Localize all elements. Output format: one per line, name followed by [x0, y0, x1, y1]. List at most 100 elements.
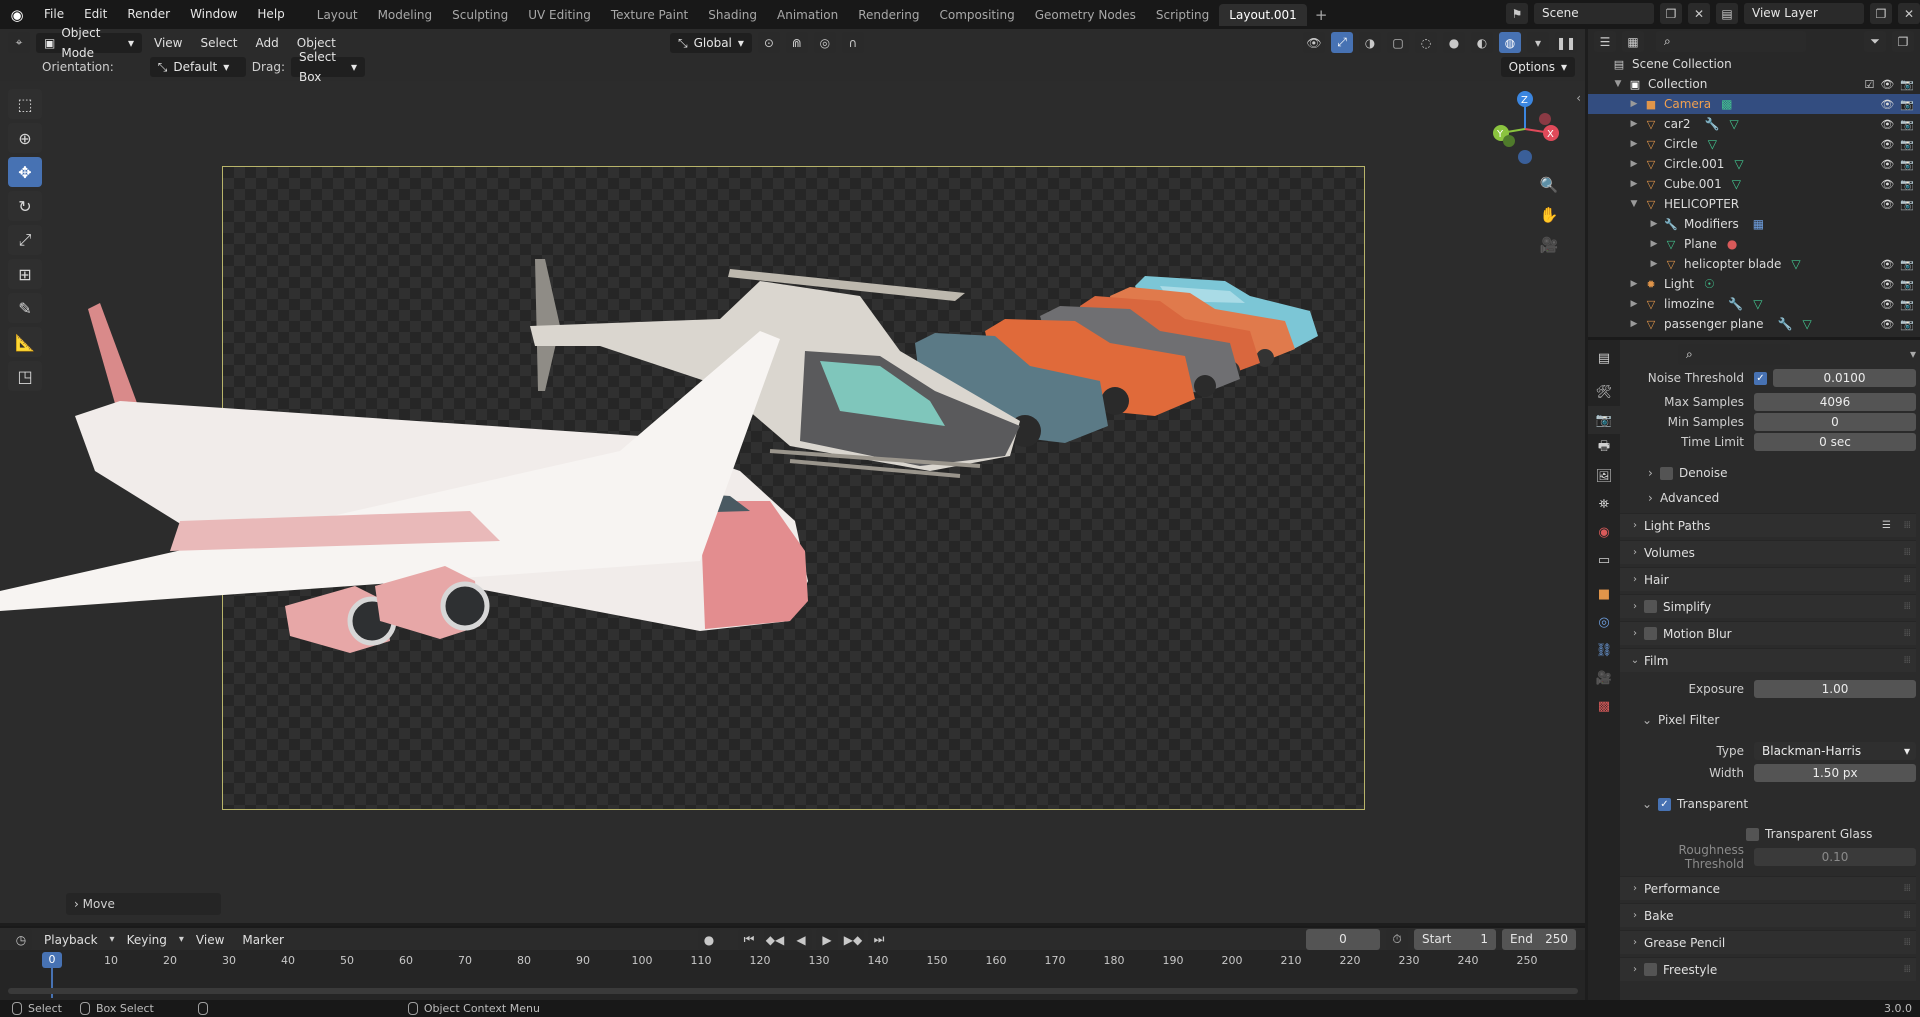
scene-tab-icon[interactable]: ⛯	[1588, 490, 1620, 518]
motion-blur-panel[interactable]: › Motion Blur ⁞⁞⁞	[1620, 621, 1916, 645]
delete-scene-icon[interactable]: ✕	[1688, 3, 1710, 24]
eye-icon[interactable]: 👁	[1880, 298, 1894, 311]
snap-icon[interactable]: ⋒	[785, 32, 808, 53]
prev-keyframe-icon[interactable]: ◆◀	[764, 929, 786, 950]
outliner-item-cube-001[interactable]: ▶ ▽ Cube.001 ▽ 👁 📷	[1588, 174, 1920, 194]
tab-scripting[interactable]: Scripting	[1146, 4, 1219, 26]
tab-modeling[interactable]: Modeling	[368, 4, 443, 26]
play-reverse-icon[interactable]: ◀	[790, 929, 812, 950]
pixel-filter-subpanel[interactable]: ⌄ Pixel Filter	[1636, 709, 1916, 731]
tab-shading[interactable]: Shading	[698, 4, 767, 26]
outliner-item-passenger-plane[interactable]: ▶ ▽ passenger plane 🔧 ▽ 👁 📷	[1588, 314, 1920, 334]
start-frame-field[interactable]: Start 1	[1414, 929, 1496, 950]
add-workspace-icon[interactable]: +	[1307, 6, 1336, 24]
transparent-glass-row[interactable]: Transparent Glass	[1746, 823, 1920, 845]
camera-icon[interactable]: 📷	[1900, 178, 1914, 191]
eye-icon[interactable]: 👁	[1880, 158, 1894, 171]
expand-icon[interactable]: ▼	[1612, 79, 1624, 89]
falloff-icon[interactable]: ∩	[841, 32, 864, 53]
drag-handle-icon[interactable]: ⁞⁞⁞	[1903, 601, 1910, 612]
tab-compositing[interactable]: Compositing	[929, 4, 1024, 26]
pivot-icon[interactable]: ⊙	[757, 32, 780, 53]
proportional-edit-icon[interactable]: ◎	[813, 32, 836, 53]
expand-icon[interactable]: ▶	[1628, 179, 1640, 189]
properties-editor-icon[interactable]: ▤	[1588, 344, 1620, 372]
roughness-threshold-field[interactable]: 0.10	[1754, 848, 1916, 866]
filter-width-field[interactable]: 1.50 px	[1754, 764, 1916, 782]
constraints-tab-icon[interactable]: ⛓	[1588, 636, 1620, 664]
freestyle-checkbox[interactable]	[1644, 963, 1657, 976]
filter-icon[interactable]: ⏷	[1864, 31, 1886, 52]
camera-view-icon[interactable]: 🎥	[1537, 233, 1561, 257]
pin-icon[interactable]: ▾	[1910, 347, 1916, 361]
outliner-item-car2[interactable]: ▶ ▽ car2 🔧 ▽ 👁 📷	[1588, 114, 1920, 134]
drag-handle-icon[interactable]: ⁞⁞⁞	[1903, 910, 1910, 921]
light-paths-panel[interactable]: › Light Paths ☰ ⁞⁞⁞	[1620, 513, 1916, 537]
camera-icon[interactable]: 📷	[1900, 98, 1914, 111]
eye-icon[interactable]: 👁	[1880, 278, 1894, 291]
menu-render[interactable]: Render	[117, 0, 180, 29]
drag-handle-icon[interactable]: ⁞⁞⁞	[1903, 628, 1910, 639]
outliner-editor-icon[interactable]: ☰	[1594, 31, 1616, 52]
timeline-menu-marker[interactable]: Marker	[236, 933, 289, 947]
new-collection-icon[interactable]: ❐	[1892, 31, 1914, 52]
noise-threshold-field[interactable]: 0.0100	[1773, 369, 1916, 387]
shading-options-icon[interactable]: ▾	[1527, 32, 1549, 53]
playhead[interactable]: 0	[42, 952, 62, 968]
expand-icon[interactable]: ▶	[1648, 239, 1660, 249]
outliner-item-limozine[interactable]: ▶ ▽ limozine 🔧 ▽ 👁 📷	[1588, 294, 1920, 314]
volumes-panel[interactable]: › Volumes ⁞⁞⁞	[1620, 540, 1916, 564]
drag-handle-icon[interactable]: ⁞⁞⁞	[1903, 574, 1910, 585]
outliner-item-modifiers[interactable]: ▶ 🔧 Modifiers ▦	[1588, 214, 1920, 234]
eye-icon[interactable]: 👁	[1880, 118, 1894, 131]
film-panel[interactable]: ⌄ Film ⁞⁞⁞	[1620, 648, 1916, 672]
denoise-subpanel[interactable]: › Denoise	[1648, 462, 1920, 484]
outliner-search-input[interactable]: ⌕	[1656, 31, 1806, 52]
cursor-tool-icon[interactable]: ⊕	[8, 123, 42, 153]
collection-tab-icon[interactable]: ▭	[1588, 546, 1620, 574]
material-shading-icon[interactable]: ◐	[1471, 32, 1493, 53]
outliner-item-plane[interactable]: ▶ ▽ Plane ●	[1588, 234, 1920, 254]
tool-tab-icon[interactable]: 🛠	[1588, 378, 1620, 406]
timeline-menu-playback[interactable]: Playback	[38, 933, 104, 947]
transparent-subpanel[interactable]: ⌄ ✓ Transparent	[1636, 793, 1916, 815]
timeline-body[interactable]: 10 20 30 40 50 60 70 80 90 100 110 120 130 140 150 160 1…	[0, 950, 1585, 1000]
menu-help[interactable]: Help	[247, 0, 294, 29]
drag-dropdown[interactable]: Select Box ▾	[290, 50, 365, 84]
vp-menu-select[interactable]: Select	[194, 36, 243, 50]
freestyle-panel[interactable]: › Freestyle ⁞⁞⁞	[1620, 957, 1916, 981]
properties-search-input[interactable]: ⌕	[1678, 343, 1790, 365]
gizmo-toggle-icon[interactable]: ⤢	[1331, 32, 1353, 53]
editor-type-icon[interactable]: ⌖	[8, 32, 30, 53]
tab-animation[interactable]: Animation	[767, 4, 848, 26]
tab-sculpting[interactable]: Sculpting	[442, 4, 518, 26]
camera-icon[interactable]: 📷	[1900, 118, 1914, 131]
physics-tab-icon[interactable]: ◎	[1588, 608, 1620, 636]
scene-icon[interactable]: ⚑	[1506, 3, 1528, 24]
expand-icon[interactable]: ▶	[1628, 299, 1640, 309]
play-icon[interactable]: ▶	[816, 929, 838, 950]
object-tab-icon[interactable]: ■	[1588, 580, 1620, 608]
blender-logo-icon[interactable]: ◉	[0, 0, 34, 29]
expand-icon[interactable]: ▶	[1628, 279, 1640, 289]
collapse-icon[interactable]: ▼	[1628, 199, 1640, 209]
rendered-shading-icon[interactable]: ◍	[1499, 32, 1521, 53]
eye-icon[interactable]: 👁	[1880, 198, 1894, 211]
timeline-menu-view[interactable]: View	[190, 933, 230, 947]
view-layer-icon[interactable]: ▤	[1716, 3, 1738, 24]
render-tab-icon[interactable]: 📷	[1588, 406, 1620, 434]
expand-icon[interactable]: ▶	[1628, 319, 1640, 329]
scene-selector[interactable]: Scene	[1534, 3, 1654, 24]
camera-icon[interactable]: 📷	[1900, 258, 1914, 271]
eye-icon[interactable]: 👁	[1880, 78, 1894, 91]
exposure-field[interactable]: 1.00	[1754, 680, 1916, 698]
overlay-toggle-icon[interactable]: ◑	[1359, 32, 1381, 53]
checkbox-icon[interactable]: ☑	[1864, 78, 1874, 91]
move-tool-icon[interactable]: ✥	[8, 157, 42, 187]
transform-tool-icon[interactable]: ⊞	[8, 259, 42, 289]
eye-icon[interactable]: 👁	[1880, 98, 1894, 111]
bake-panel[interactable]: › Bake ⁞⁞⁞	[1620, 903, 1916, 927]
visibility-icon[interactable]: 👁	[1303, 32, 1325, 53]
simplify-checkbox[interactable]	[1644, 600, 1657, 613]
advanced-subpanel[interactable]: › Advanced	[1648, 487, 1920, 509]
